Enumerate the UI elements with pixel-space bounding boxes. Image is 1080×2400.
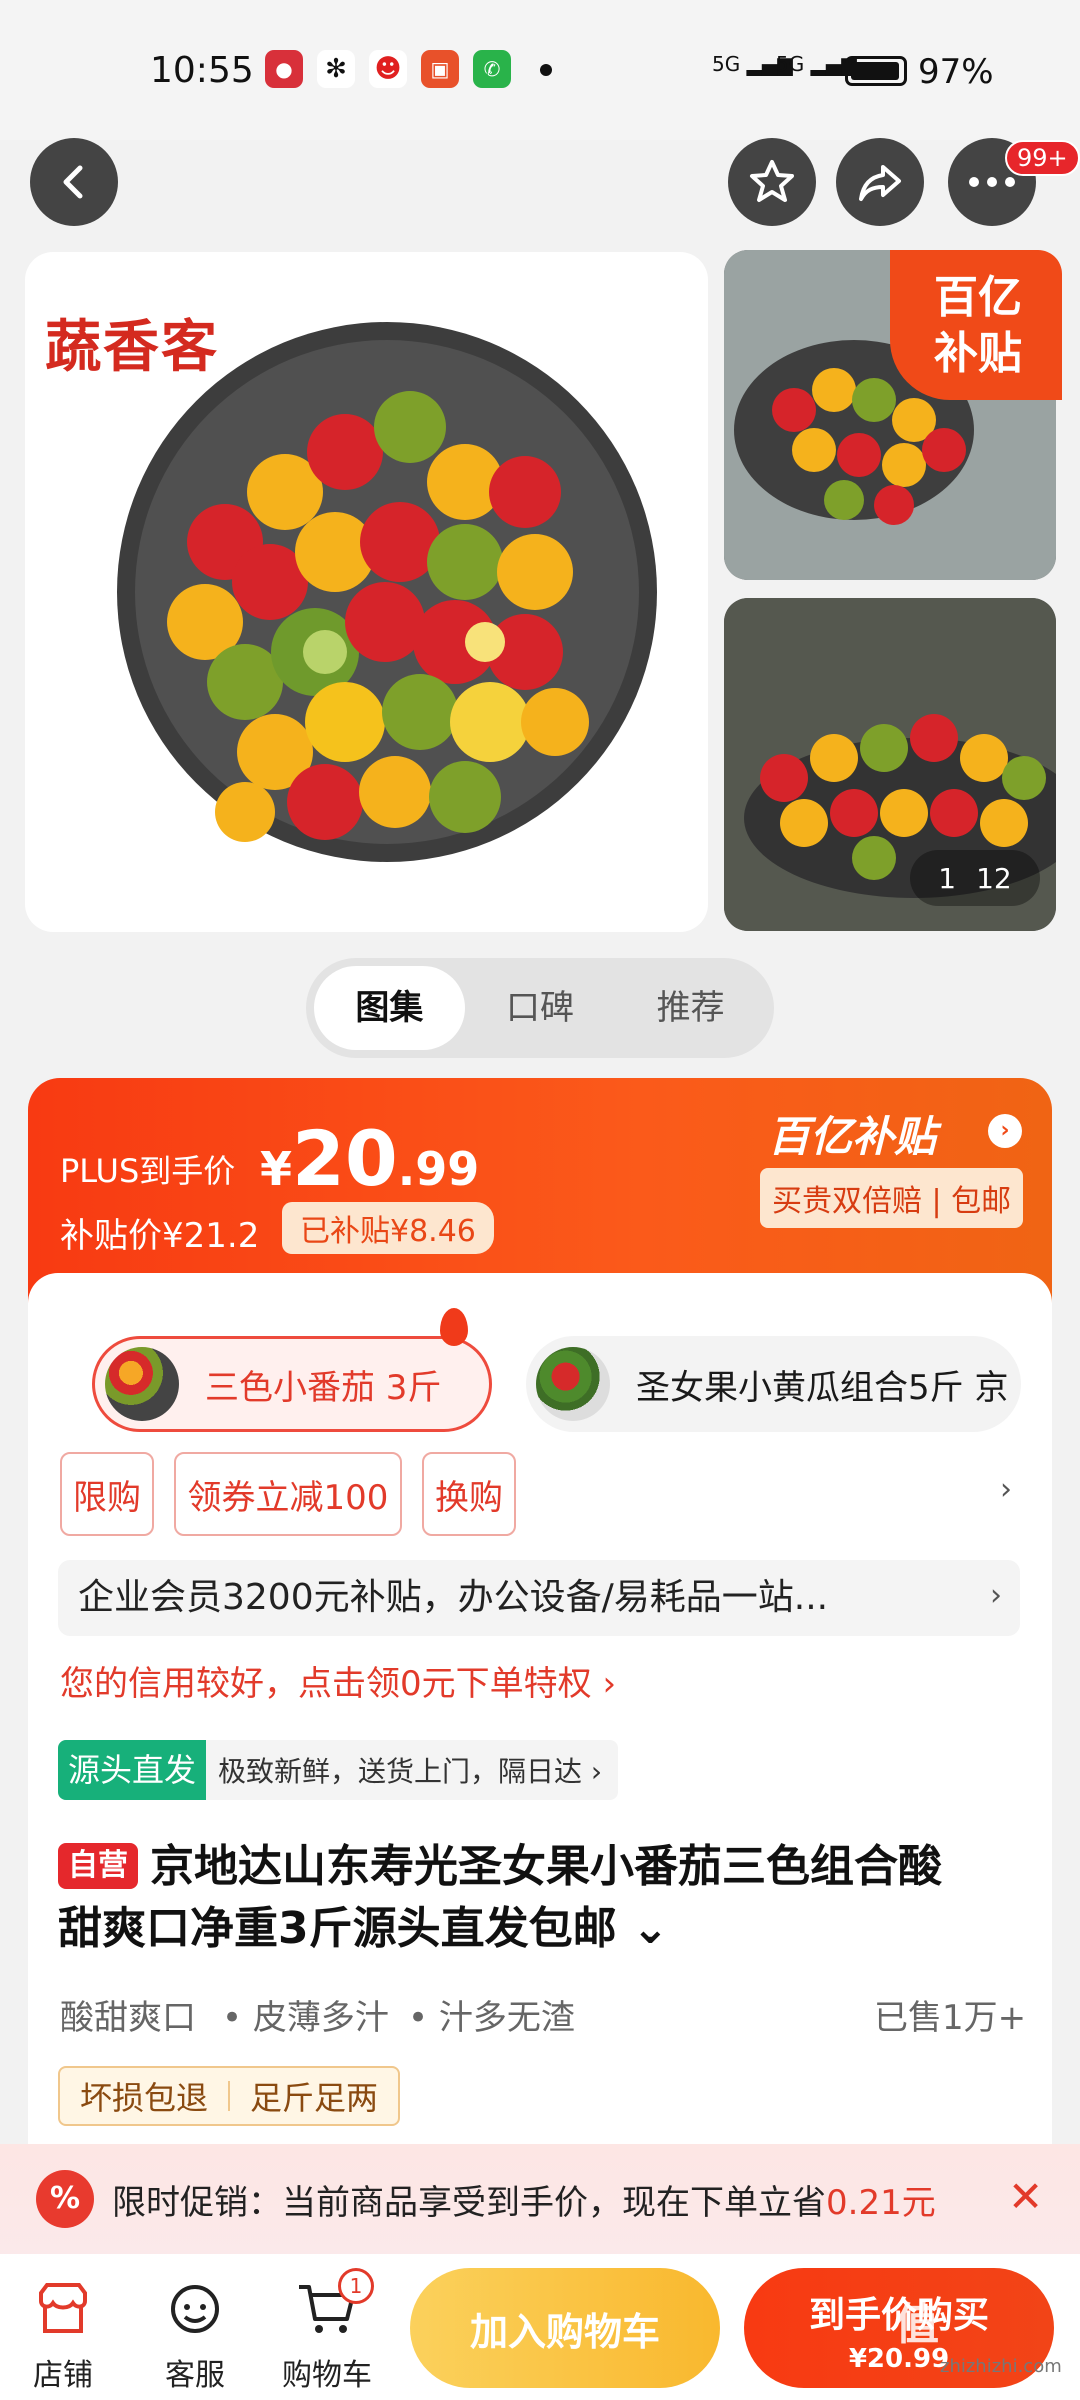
promo-chip-limit[interactable]: 限购 (60, 1452, 154, 1536)
enterprise-member-banner[interactable]: 企业会员3200元补贴，办公设备/易耗品一站... (58, 1560, 1020, 1636)
feature-2: • 皮薄多汁 (222, 1998, 389, 2038)
image-counter-current: 1 (938, 861, 957, 895)
customer-service-button[interactable]: 客服 (140, 2274, 250, 2394)
status-bar: 10:55 ● ✻ ☻ ▣ ✆ 5G ▂▄▆ 5G ▂▄▆ 97% (0, 0, 1080, 140)
promo-message: 限时促销：当前商品享受到手价，现在下单立省 (112, 2182, 826, 2223)
promo-chip-exchange[interactable]: 换购 (422, 1452, 516, 1536)
status-time: 10:55 (150, 50, 254, 91)
enterprise-text: 企业会员3200元补贴，办公设备/易耗品一站... (78, 1577, 829, 1618)
battery-icon (845, 56, 907, 86)
price-integer: 20 (292, 1114, 398, 1203)
app-icon: ▣ (421, 50, 459, 88)
promo-save-amount: 0.21元 (826, 2182, 936, 2223)
plus-price-label: PLUS到手价 (60, 1152, 236, 1190)
more-icon (969, 177, 1015, 187)
billion-subsidy-logo[interactable]: 百亿补贴 (768, 1103, 936, 1164)
status-app-icons: ● ✻ ☻ ▣ ✆ (265, 50, 511, 88)
watermark: zhizhizhi.com (940, 2356, 1062, 2377)
self-operated-badge: 自营 (58, 1843, 138, 1889)
service-tags: 坏损包退 足斤足两 (58, 2066, 401, 2126)
product-title-line2[interactable]: 甜爽口净重3斤源头直发包邮 ⌄ (58, 1898, 1028, 1960)
service-label: 客服 (165, 2358, 225, 2393)
variant-thumbnail (536, 1347, 610, 1421)
tomato-bowl-image (117, 322, 657, 862)
image-counter: 1 12 (910, 850, 1040, 906)
tab-gallery[interactable]: 图集 (314, 966, 465, 1050)
phone-icon: ✆ (473, 50, 511, 88)
customer-service-icon (171, 2285, 219, 2333)
close-icon[interactable]: ✕ (1008, 2172, 1043, 2221)
tab-reviews[interactable]: 口碑 (465, 966, 616, 1050)
share-button[interactable] (836, 138, 924, 226)
source-direct-tag: 源头直发 (58, 1740, 207, 1800)
promo-more-chevron-icon[interactable]: › (1000, 1472, 1012, 1507)
final-price: ¥20.99 (260, 1114, 479, 1203)
tab-recommend[interactable]: 推荐 (615, 966, 766, 1050)
feature-3: • 汁多无渣 (408, 1998, 575, 2038)
enterprise-chevron-icon: › (990, 1578, 1002, 1613)
jd-icon: ☻ (369, 50, 407, 88)
price-currency: ¥ (260, 1142, 293, 1196)
image-counter-total: 12 (976, 861, 1012, 895)
battery-percent: 97% (918, 52, 994, 92)
cart-label: 购物车 (282, 2358, 372, 2393)
chevron-left-icon (63, 165, 83, 199)
variant-label: 三色小番茄 3斤 (205, 1367, 442, 1408)
guarantee-badge: 买贵双倍赔 | 包邮 (760, 1168, 1024, 1228)
variant-option[interactable]: 圣女果小黄瓜组合5斤 京 (526, 1336, 1021, 1432)
limited-promo-bar[interactable]: % 限时促销：当前商品享受到手价，现在下单立省0.21元 ✕ (0, 2144, 1080, 2254)
subsidy-badge-line2: 补贴 (934, 328, 1022, 379)
subsidized-amount: 已补贴¥8.46 (282, 1202, 494, 1254)
store-icon (39, 2283, 87, 2333)
hot-flame-icon (440, 1308, 468, 1346)
source-direct-banner[interactable]: 源头直发 极致新鲜，送货上门，隔日达 › (58, 1740, 619, 1800)
billion-subsidy-badge: 百亿 补贴 (890, 250, 1062, 400)
product-title-text1: 京地达山东寿光圣女果小番茄三色组合酸 (150, 1841, 942, 1892)
promo-chip-coupon[interactable]: 领券立减100 (174, 1452, 402, 1536)
price-decimal: .99 (397, 1142, 480, 1196)
favorite-button[interactable] (728, 138, 816, 226)
store-label: 店铺 (33, 2358, 93, 2393)
source-direct-desc: 极致新鲜，送货上门，隔日达 › (218, 1755, 603, 1788)
more-notifications-dot (540, 64, 552, 76)
subsidy-badge-line1: 百亿 (934, 272, 1022, 323)
service-tag-return: 坏损包退 (80, 2079, 209, 2117)
main-product-image[interactable]: 蔬香客 (25, 252, 708, 932)
promo-text: 限时促销：当前商品享受到手价，现在下单立省0.21元 (112, 2175, 936, 2224)
media-tabs: 图集 口碑 推荐 (306, 958, 774, 1058)
add-to-cart-button[interactable]: 加入购物车 (410, 2268, 720, 2388)
cart-count-badge: 1 (338, 2268, 374, 2304)
variant-thumbnail (105, 1347, 179, 1421)
cart-button[interactable]: 1 购物车 (272, 2268, 382, 2394)
app-notification-icon: ● (265, 50, 303, 88)
back-button[interactable] (30, 138, 118, 226)
store-button[interactable]: 店铺 (8, 2274, 118, 2394)
percent-icon: % (36, 2170, 94, 2228)
service-tag-weight: 足斤足两 (250, 2079, 379, 2117)
share-icon (859, 165, 901, 201)
message-count-badge: 99+ (1005, 140, 1080, 176)
watermark-logo: 值 (895, 2299, 939, 2350)
wechat-icon: ✻ (317, 50, 355, 88)
star-icon (750, 160, 794, 202)
product-title-text2: 甜爽口净重3斤源头直发包邮 ⌄ (58, 1903, 669, 1954)
feature-1: 酸甜爽口 (60, 1998, 196, 2038)
subsidy-price: 补贴价¥21.2 (60, 1216, 260, 1256)
variant-label: 圣女果小黄瓜组合5斤 京 (636, 1367, 1009, 1408)
product-title-line1: 自营 京地达山东寿光圣女果小番茄三色组合酸 (58, 1836, 1028, 1898)
variant-option-selected[interactable]: 三色小番茄 3斤 (92, 1336, 492, 1432)
credit-privilege-link[interactable]: 您的信用较好，点击领0元下单特权 › (60, 1656, 616, 1705)
sold-count: 已售1万+ (874, 1998, 1027, 2038)
chevron-right-icon[interactable]: › (988, 1114, 1022, 1148)
